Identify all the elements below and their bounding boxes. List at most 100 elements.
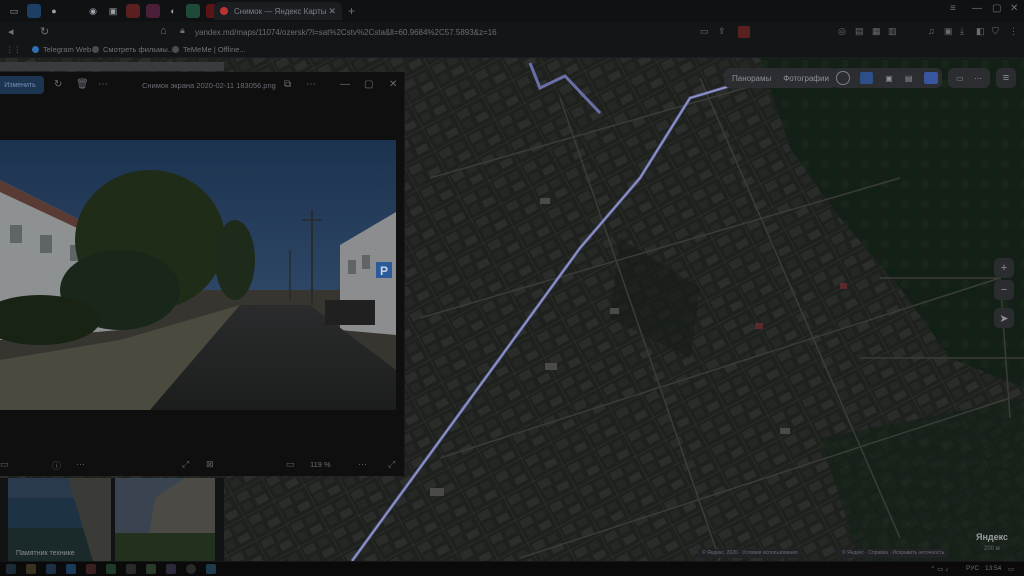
- bookmark-item[interactable]: Смотреть фильмы...: [92, 45, 174, 54]
- taxi-icon[interactable]: ▣: [885, 74, 893, 83]
- zoom-out-button[interactable]: −: [994, 280, 1014, 300]
- app-icon[interactable]: [146, 564, 156, 574]
- hamburger-menu-icon[interactable]: ≡: [996, 68, 1016, 88]
- minimize-icon[interactable]: —: [972, 3, 982, 14]
- transit-icon[interactable]: ▤: [905, 74, 913, 83]
- share-icon[interactable]: ⇪: [718, 26, 726, 37]
- loading-bar: [0, 62, 224, 71]
- tab-favicon-icon[interactable]: ◐: [166, 4, 180, 18]
- extension-icon[interactable]: ▣: [944, 26, 953, 37]
- panorama-toggle[interactable]: Панорамы: [732, 74, 771, 83]
- print-icon[interactable]: ▭: [956, 74, 964, 83]
- scale-label: 200 м: [984, 546, 1000, 552]
- download-icon[interactable]: ⤓: [960, 26, 964, 37]
- tab-active[interactable]: Снимок — Яндекс Карты ✕: [214, 2, 342, 20]
- maximize-icon[interactable]: ▢: [992, 3, 1001, 14]
- extension-icon[interactable]: [738, 26, 750, 38]
- zoom-level[interactable]: 119 %: [310, 460, 331, 469]
- trash-icon[interactable]: ▥: [888, 26, 897, 37]
- more-icon[interactable]: ⋯: [358, 459, 367, 470]
- bookmark-icon: [92, 46, 99, 53]
- photos-app-icon[interactable]: [206, 564, 216, 574]
- music-icon[interactable]: ♫: [928, 26, 935, 36]
- tab-favicon-icon[interactable]: ▣: [106, 4, 120, 18]
- traffic-icon[interactable]: [859, 72, 874, 84]
- edit-button[interactable]: Изменить: [0, 76, 44, 94]
- app-icon[interactable]: [126, 564, 136, 574]
- zoom-out-icon[interactable]: ▭: [286, 459, 295, 470]
- viewer-title: Снимок экрана 2020-02-11 183056.png: [142, 81, 276, 90]
- tab-favicon-icon[interactable]: [146, 4, 160, 18]
- screen: ▭ ● ◉ ▣ ◐ Снимок — Яндекс Карты ✕ + ≡ — …: [0, 0, 1024, 576]
- layers-icon[interactable]: [836, 71, 850, 85]
- locate-me-icon[interactable]: ➤: [994, 308, 1014, 328]
- copyright-left[interactable]: © Яндекс, 2020 · Условия использования: [698, 549, 802, 558]
- clock[interactable]: 13:54: [985, 565, 1001, 572]
- pin-icon[interactable]: ⧉: [284, 79, 291, 90]
- apps-grid-icon[interactable]: ⋮⋮: [6, 45, 21, 54]
- file-explorer-icon[interactable]: [26, 564, 36, 574]
- extension-icon[interactable]: ◧: [976, 26, 985, 37]
- copyright-right[interactable]: © Яндекс · Справка · Исправить неточност…: [838, 549, 949, 558]
- photo-image: P: [0, 140, 396, 410]
- map-layer-switch[interactable]: Панорамы Фотографии: [724, 68, 837, 88]
- filmstrip-icon[interactable]: ▭: [0, 459, 9, 470]
- close-window-icon[interactable]: ✕: [1010, 3, 1018, 14]
- bookmark-item[interactable]: TeMeMe | Offline...: [172, 45, 246, 54]
- new-tab-icon[interactable]: +: [348, 4, 355, 18]
- tab-favicon-icon[interactable]: [186, 4, 200, 18]
- minimize-icon[interactable]: —: [340, 79, 350, 90]
- thumbnail-item[interactable]: [115, 478, 215, 561]
- info-icon[interactable]: ⓘ: [52, 459, 61, 472]
- photos-toggle[interactable]: Фотографии: [783, 74, 829, 83]
- screen-icon[interactable]: ▭: [700, 26, 709, 37]
- maximize-icon[interactable]: ▢: [364, 79, 373, 90]
- browser-tab-bar: ▭ ● ◉ ▣ ◐ Снимок — Яндекс Карты ✕ + ≡ — …: [0, 0, 1024, 22]
- reload-icon[interactable]: ↻: [40, 25, 49, 38]
- notifications-icon[interactable]: ▭: [1008, 565, 1014, 573]
- tab-favicon-icon[interactable]: [126, 4, 140, 18]
- lock-icon: 🔒︎: [180, 25, 185, 35]
- menu-icon[interactable]: ≡: [950, 3, 956, 14]
- bookmark-item[interactable]: Telegram Web: [32, 45, 91, 54]
- fullscreen-icon[interactable]: ⤢: [388, 459, 395, 470]
- zoom-in-button[interactable]: +: [994, 258, 1014, 278]
- github-icon[interactable]: ●: [47, 4, 61, 18]
- close-tab-icon[interactable]: ✕: [328, 6, 336, 17]
- shield-icon[interactable]: ⛉: [992, 26, 999, 37]
- address-bar: ◂ ↻ ⌂ 🔒︎ yandex.md/maps/11074/ozersk/?l=…: [0, 22, 1024, 42]
- telegram-icon[interactable]: [27, 4, 41, 18]
- tray-icons[interactable]: ⌃ ▭ ♪: [930, 565, 948, 573]
- url-field[interactable]: yandex.md/maps/11074/ozersk/?l=sat%2Cstv…: [195, 28, 497, 37]
- actual-size-icon[interactable]: ⊠: [206, 459, 214, 470]
- back-icon[interactable]: ◂: [8, 25, 14, 38]
- more-icon[interactable]: ⋯: [306, 79, 316, 90]
- rotate-icon[interactable]: ↻: [54, 79, 62, 90]
- ruler-icon[interactable]: [924, 72, 938, 84]
- close-icon[interactable]: ✕: [389, 79, 397, 90]
- yandex-maps-icon: [220, 7, 228, 15]
- extension-icon[interactable]: ◎: [838, 26, 846, 37]
- chrome-icon[interactable]: [186, 564, 196, 574]
- menu-icon[interactable]: ⋮: [1009, 26, 1018, 37]
- vscode-icon[interactable]: [66, 564, 76, 574]
- bookmarks-bar: ⋮⋮ Telegram Web Смотреть фильмы... TeMeM…: [0, 42, 1024, 58]
- app-icon[interactable]: [166, 564, 176, 574]
- more-icon[interactable]: ⋯: [76, 459, 85, 470]
- language-indicator[interactable]: РУС: [966, 565, 979, 572]
- fit-icon[interactable]: ⤢: [182, 459, 189, 470]
- delete-icon[interactable]: 🗑︎: [76, 79, 89, 90]
- thumbnail-item[interactable]: [8, 478, 111, 561]
- home-icon[interactable]: ⌂: [160, 25, 167, 37]
- sidebar-icon[interactable]: ▭: [7, 4, 21, 18]
- thumbnail-image: [8, 478, 111, 561]
- app-icon[interactable]: [106, 564, 116, 574]
- tab-favicon-icon[interactable]: ◉: [86, 4, 100, 18]
- app-icon[interactable]: [86, 564, 96, 574]
- more-icon[interactable]: ⋯: [974, 74, 982, 83]
- extension-icon[interactable]: ▦: [872, 26, 881, 37]
- start-icon[interactable]: [6, 564, 16, 574]
- extension-icon[interactable]: ▤: [855, 26, 864, 37]
- more-icon[interactable]: ⋯: [98, 79, 108, 90]
- edge-icon[interactable]: [46, 564, 56, 574]
